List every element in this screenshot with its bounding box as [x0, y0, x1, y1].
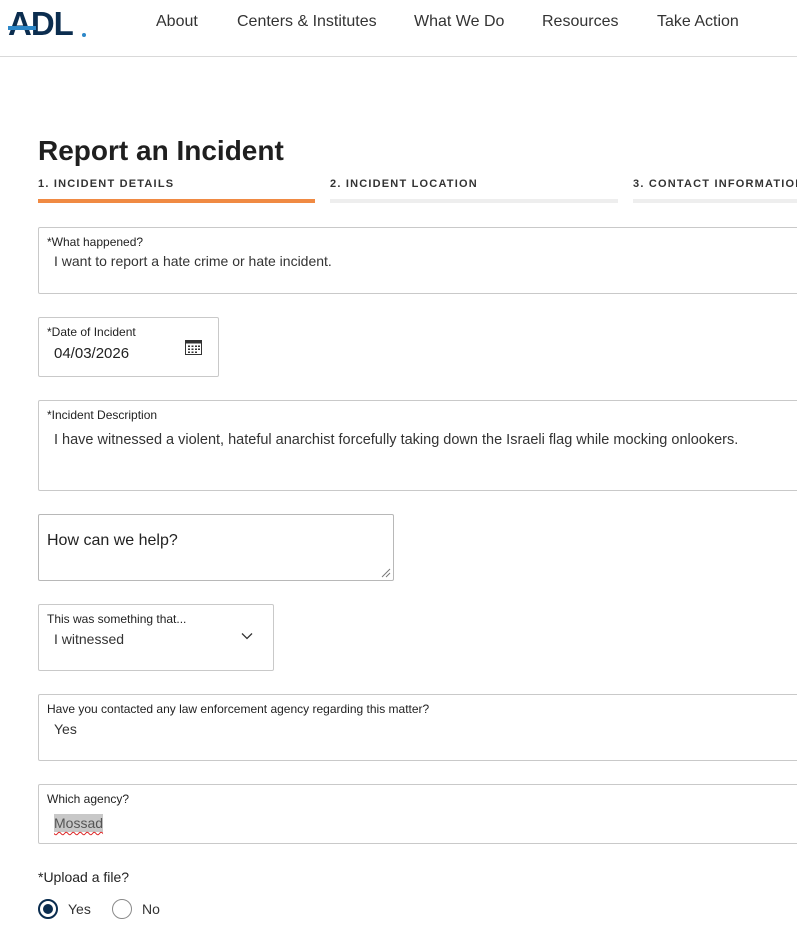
agency-label: Which agency?	[47, 792, 130, 806]
date-label: *Date of Incident	[47, 325, 136, 339]
logo-bar	[8, 26, 36, 30]
what-happened-label: *What happened?	[47, 235, 144, 249]
site-header: ADL About Centers & Institutes What We D…	[0, 0, 797, 57]
what-happened-value: I want to report a hate crime or hate in…	[54, 253, 332, 269]
step-progress-bar-2	[330, 199, 618, 203]
step-incident-location[interactable]: 2. INCIDENT LOCATION	[330, 177, 478, 191]
logo-dot	[82, 33, 86, 37]
upload-yes-label[interactable]: Yes	[68, 900, 91, 918]
step-progress-bar-1	[38, 199, 315, 203]
upload-question: *Upload a file?	[38, 869, 130, 885]
nav-take-action[interactable]: Take Action	[657, 12, 739, 32]
date-of-incident-field[interactable]: *Date of Incident 04/03/2026	[38, 317, 219, 377]
incident-description-value: I have witnessed a violent, hateful anar…	[54, 432, 739, 448]
incident-description-field[interactable]: *Incident Description I have witnessed a…	[38, 400, 797, 491]
chevron-down-icon	[241, 633, 253, 640]
relation-select[interactable]: This was something that... I witnessed	[38, 604, 274, 671]
upload-no-radio[interactable]	[112, 899, 132, 919]
law-enforcement-label: Have you contacted any law enforcement a…	[47, 702, 430, 716]
relation-label: This was something that...	[47, 612, 187, 626]
logo-text: ADL	[8, 5, 74, 42]
step-contact-information[interactable]: 3. CONTACT INFORMATION	[633, 177, 797, 191]
calendar-icon[interactable]	[185, 339, 202, 355]
upload-no-label[interactable]: No	[142, 900, 160, 918]
how-can-we-help-textarea[interactable]: How can we help?	[38, 514, 394, 581]
page-title: Report an Incident	[38, 135, 284, 166]
date-value: 04/03/2026	[54, 345, 130, 362]
incident-description-label: *Incident Description	[47, 408, 158, 422]
agency-input[interactable]: Which agency? Mossad	[38, 784, 797, 844]
nav-about[interactable]: About	[156, 12, 198, 32]
step-progress-bar-3	[633, 199, 797, 203]
nav-resources[interactable]: Resources	[542, 12, 618, 32]
upload-yes-radio[interactable]	[38, 899, 58, 919]
nav-what-we-do[interactable]: What We Do	[414, 12, 504, 32]
resize-grip-icon[interactable]	[381, 568, 391, 578]
adl-logo[interactable]: ADL	[4, 4, 86, 42]
what-happened-select[interactable]: *What happened? I want to report a hate …	[38, 227, 797, 294]
nav-centers-institutes[interactable]: Centers & Institutes	[237, 12, 377, 32]
step-incident-details[interactable]: 1. INCIDENT DETAILS	[38, 177, 174, 191]
agency-value: Mossad	[54, 814, 104, 832]
law-enforcement-value: Yes	[54, 721, 77, 737]
law-enforcement-select[interactable]: Have you contacted any law enforcement a…	[38, 694, 797, 761]
how-can-we-help-placeholder: How can we help?	[47, 532, 178, 549]
relation-value: I witnessed	[54, 631, 125, 647]
